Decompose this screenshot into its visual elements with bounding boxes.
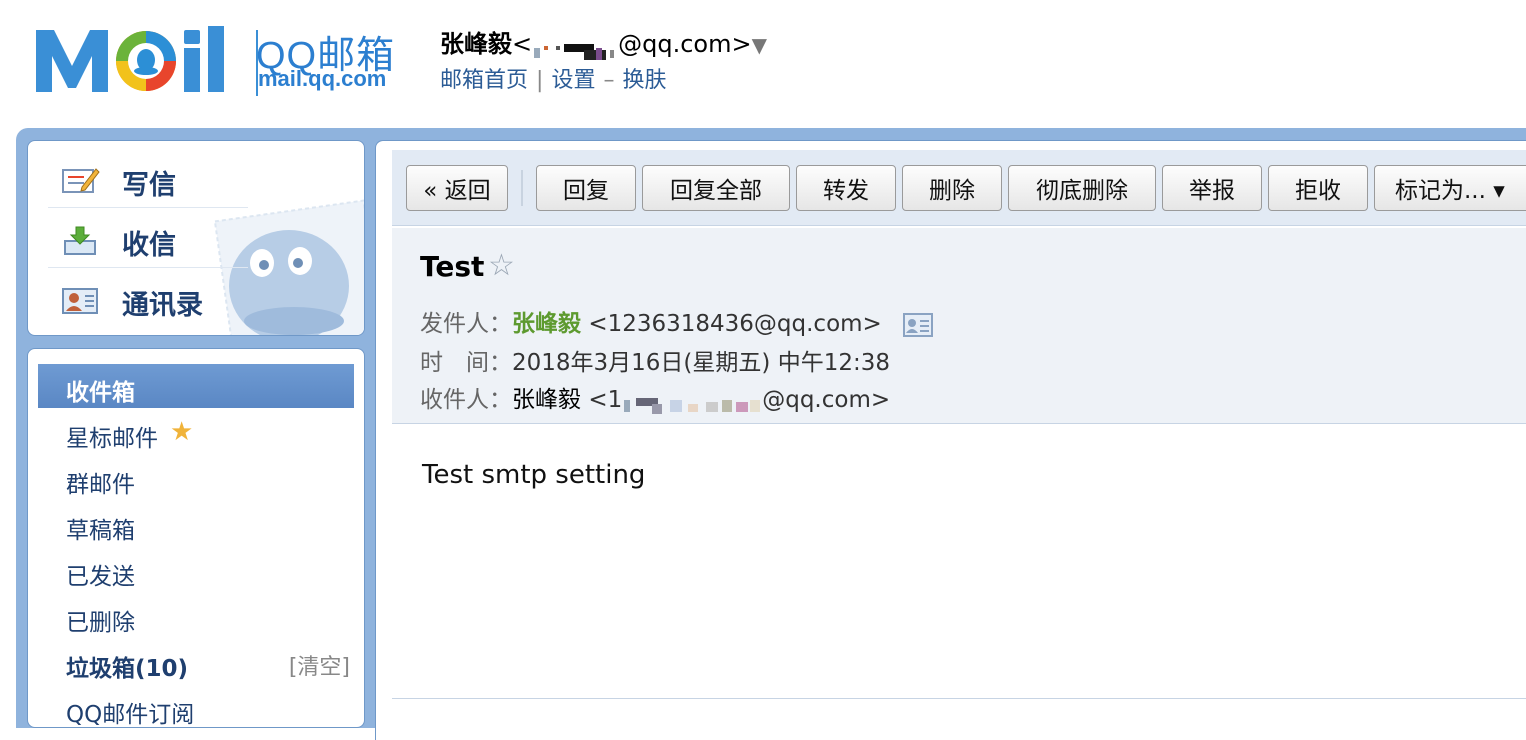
folder-label: 群邮件	[66, 472, 135, 498]
delete-button[interactable]: 删除	[902, 165, 1002, 211]
redacted-mask	[622, 394, 762, 414]
top-links: 邮箱首页 | 设置 – 换肤	[440, 62, 666, 94]
toolbar-separator	[521, 170, 523, 206]
folder-label: 垃圾箱(10)	[66, 656, 189, 682]
folder-group-mail[interactable]: 群邮件	[38, 456, 354, 500]
quick-divider	[48, 267, 248, 268]
receive-mail-button[interactable]: 收信	[48, 209, 218, 267]
time-row: 时 间：2018年3月16日(星期五) 中午12:38	[420, 343, 890, 377]
reject-button[interactable]: 拒收	[1268, 165, 1368, 211]
compose-icon	[62, 168, 100, 193]
folder-inbox[interactable]: 收件箱	[38, 364, 354, 408]
logo-domain: mail.qq.com	[258, 66, 387, 91]
folder-spam[interactable]: 垃圾箱(10) [清空]	[38, 640, 354, 684]
header: QQ邮箱 mail.qq.com 张峰毅< @qq.com>▼ 邮箱首页 | 设置 –…	[0, 0, 1526, 128]
mark-as-dropdown[interactable]: 标记为... ▾	[1374, 165, 1526, 211]
mail-body: Test smtp setting	[422, 460, 646, 490]
sender-label: 发件人：	[420, 311, 512, 337]
star-icon: ★	[170, 417, 194, 447]
account-info[interactable]: 张峰毅< @qq.com>▼	[440, 24, 767, 60]
account-email-suffix: @qq.com>	[618, 30, 752, 58]
folder-qq-subscription[interactable]: QQ邮件订阅	[38, 686, 354, 728]
folder-label: 收件箱	[66, 380, 135, 406]
mailbox-home-link[interactable]: 邮箱首页	[440, 68, 528, 93]
receive-mail-label: 收信	[122, 230, 176, 261]
inbox-download-icon	[64, 226, 96, 255]
contact-card-icon[interactable]	[903, 312, 934, 337]
time-label: 时 间：	[420, 350, 512, 376]
contacts-icon	[62, 288, 98, 314]
sender-address: <1236318436@qq.com>	[588, 311, 882, 337]
recipient-label: 收件人：	[420, 387, 512, 413]
delete-permanently-button[interactable]: 彻底删除	[1008, 165, 1156, 211]
folder-sent[interactable]: 已发送	[38, 548, 354, 592]
recipient-row: 收件人：张峰毅 <1 @qq.com>	[420, 380, 890, 414]
empty-spam-link[interactable]: [清空]	[289, 649, 350, 681]
folder-label: 星标邮件	[66, 426, 158, 452]
penguin-stamp-decoration	[213, 199, 364, 335]
qq-mail-logo[interactable]: QQ邮箱 mail.qq.com	[34, 22, 404, 102]
sender-name[interactable]: 张峰毅	[512, 311, 581, 337]
recipient-name[interactable]: 张峰毅	[512, 387, 581, 413]
account-dropdown-icon[interactable]: ▼	[752, 33, 767, 57]
quick-divider	[48, 207, 248, 208]
folder-label: 草稿箱	[66, 518, 135, 544]
folder-label: 已删除	[66, 610, 135, 636]
folder-starred[interactable]: 星标邮件 ★	[38, 410, 354, 454]
folder-deleted[interactable]: 已删除	[38, 594, 354, 638]
compose-button[interactable]: 写信	[48, 149, 218, 207]
account-open-bracket: <	[512, 30, 533, 58]
link-divider: |	[536, 68, 544, 93]
reply-button[interactable]: 回复	[536, 165, 636, 211]
folder-drafts[interactable]: 草稿箱	[38, 502, 354, 546]
recipient-address-end: @qq.com>	[762, 387, 891, 413]
content-divider	[392, 698, 1526, 699]
link-dash: –	[603, 68, 615, 93]
forward-button[interactable]: 转发	[796, 165, 896, 211]
folder-label: QQ邮件订阅	[66, 702, 195, 728]
mail-subject: Test	[420, 250, 485, 283]
time-value: 2018年3月16日(星期五) 中午12:38	[512, 350, 890, 376]
quick-actions-panel: 写信 收信 通讯录	[27, 140, 365, 336]
folder-label: 已发送	[66, 564, 135, 590]
moil-logo-icon	[36, 26, 224, 92]
compose-label: 写信	[122, 170, 176, 201]
reply-all-button[interactable]: 回复全部	[642, 165, 790, 211]
contacts-label: 通讯录	[122, 290, 203, 321]
change-skin-link[interactable]: 换肤	[622, 68, 666, 93]
contacts-button[interactable]: 通讯录	[48, 269, 218, 327]
settings-link[interactable]: 设置	[551, 68, 595, 93]
redacted-mask	[532, 38, 618, 60]
account-name: 张峰毅	[440, 30, 512, 58]
star-outline-icon[interactable]: ☆	[488, 248, 515, 283]
sender-row: 发件人：张峰毅 <1236318436@qq.com>	[420, 304, 934, 338]
recipient-address-start: <1	[588, 387, 623, 413]
report-button[interactable]: 举报	[1162, 165, 1262, 211]
back-button[interactable]: « 返回	[406, 165, 508, 211]
folder-list: 收件箱 星标邮件 ★ 群邮件 草稿箱 已发送 已删除 垃圾箱(10) [清空] …	[27, 348, 365, 728]
